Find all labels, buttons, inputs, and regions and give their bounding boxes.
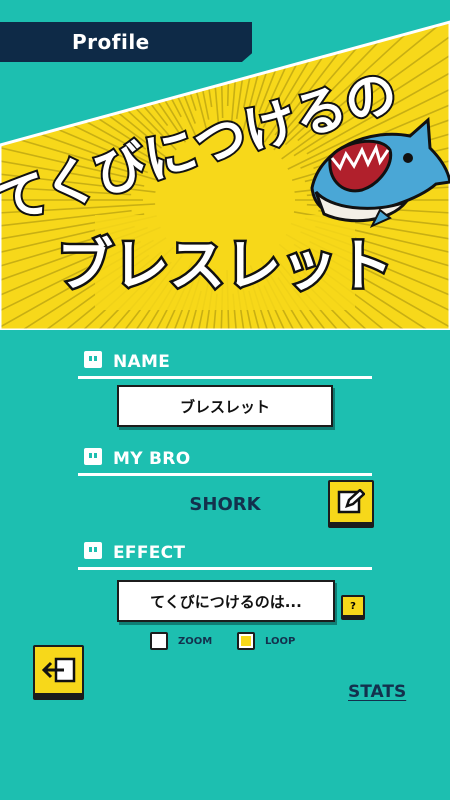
mybro-section-header: MY BRO <box>78 447 372 476</box>
effect-field[interactable]: てくびにつけるのは... <box>117 580 335 622</box>
loop-checkbox-box[interactable] <box>237 632 255 650</box>
mybro-value: SHORK <box>189 494 261 515</box>
edit-bro-button[interactable] <box>328 480 374 524</box>
zoom-checkbox[interactable]: ZOOM <box>150 632 212 650</box>
zoom-checkbox-box[interactable] <box>150 632 168 650</box>
edit-icon <box>337 489 365 514</box>
loop-checkbox[interactable]: LOOP <box>237 632 295 650</box>
profile-tab: Profile <box>0 22 252 62</box>
page-title: Profile <box>72 30 150 54</box>
effect-section-header: EFFECT <box>78 541 372 570</box>
zoom-label: ZOOM <box>178 635 213 647</box>
exit-icon <box>41 657 75 683</box>
section-marker-icon <box>84 351 102 368</box>
exit-button[interactable] <box>33 645 84 695</box>
section-marker-icon <box>84 448 102 465</box>
name-field[interactable]: ブレスレット <box>117 385 333 427</box>
name-section-header: NAME <box>78 350 372 379</box>
effect-label: EFFECT <box>113 543 186 563</box>
name-label: NAME <box>113 352 171 372</box>
section-marker-icon <box>84 542 102 559</box>
loop-label: LOOP <box>265 635 296 647</box>
stats-link[interactable]: STATS <box>348 682 406 702</box>
speed-line <box>0 22 157 138</box>
effect-help-button[interactable]: ? <box>341 595 365 617</box>
mybro-label: MY BRO <box>113 449 191 469</box>
